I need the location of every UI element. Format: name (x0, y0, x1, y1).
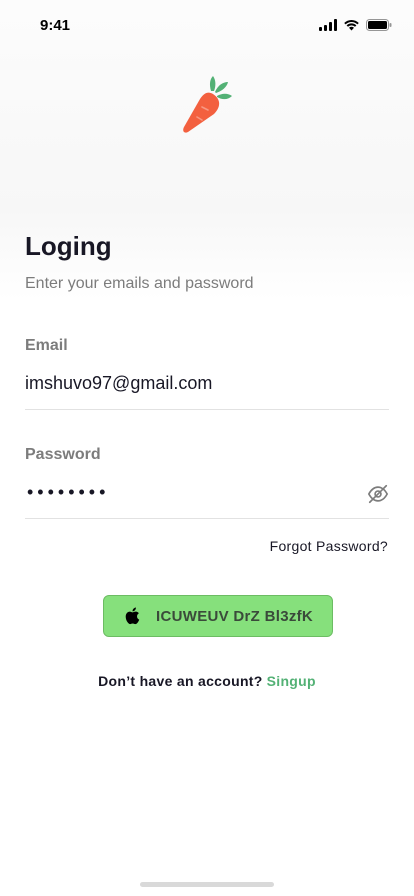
email-field[interactable] (25, 373, 385, 394)
signup-row: Don’t have an account? Singup (0, 673, 414, 689)
password-field[interactable]: •••••••• (27, 482, 109, 503)
password-divider (25, 518, 389, 519)
signup-link[interactable]: Singup (267, 673, 316, 689)
apple-signin-button[interactable]: ICUWEUV DrZ Bl3zfK (103, 595, 333, 637)
battery-icon (366, 19, 392, 31)
apple-signin-label: ICUWEUV DrZ Bl3zfK (156, 608, 314, 625)
signal-icon (319, 19, 337, 31)
carrot-icon (183, 76, 232, 133)
page-title: Loging (25, 231, 112, 261)
password-label: Password (25, 446, 101, 463)
page-subtitle: Enter your emails and password (25, 275, 254, 292)
wifi-icon (344, 20, 359, 31)
email-divider (25, 409, 389, 410)
status-time: 9:41 (40, 17, 71, 34)
apple-icon (125, 607, 140, 625)
eye-off-icon[interactable] (367, 483, 389, 505)
forgot-password-link[interactable]: Forgot Password? (270, 538, 388, 554)
home-indicator[interactable] (140, 882, 274, 887)
email-label: Email (25, 337, 68, 354)
status-icons (319, 19, 392, 31)
status-bar: 9:41 (0, 0, 414, 48)
signup-prompt: Don’t have an account? (98, 673, 263, 689)
